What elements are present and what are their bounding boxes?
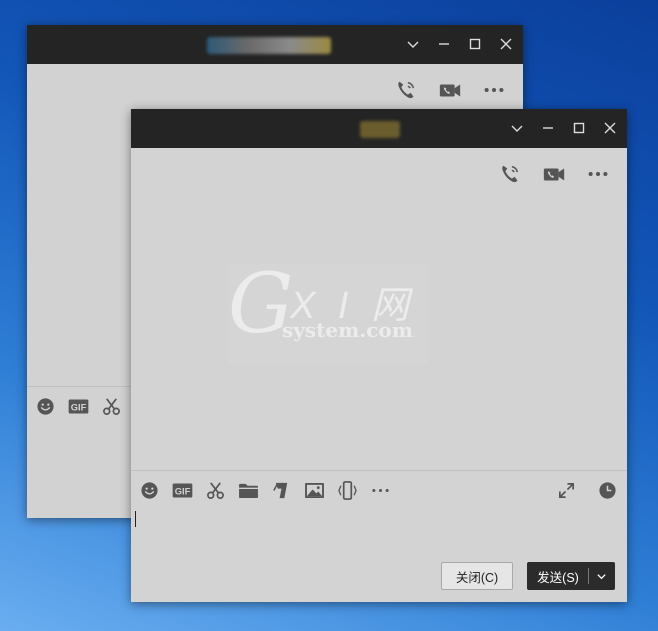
text-caret <box>135 511 136 527</box>
shake-window-icon[interactable] <box>270 479 293 501</box>
titlebar[interactable] <box>131 109 627 148</box>
close-icon[interactable] <box>494 33 518 55</box>
more-icon[interactable] <box>481 77 507 103</box>
svg-text:GIF: GIF <box>175 486 191 496</box>
more-icon[interactable] <box>585 161 611 187</box>
folder-icon[interactable] <box>237 479 260 501</box>
window-title-blurred <box>207 37 331 54</box>
chevron-down-icon[interactable] <box>401 33 425 55</box>
maximize-icon[interactable] <box>463 33 487 55</box>
phone-shake-icon[interactable] <box>336 479 359 501</box>
message-toolbar: GIF <box>131 470 627 509</box>
screenshot-scissors-icon[interactable] <box>100 395 123 417</box>
minimize-icon[interactable] <box>536 117 560 139</box>
window-title-blurred <box>360 121 400 138</box>
titlebar[interactable] <box>27 25 523 64</box>
expand-icon[interactable] <box>555 479 578 501</box>
video-call-icon[interactable] <box>541 161 567 187</box>
voice-call-icon[interactable] <box>393 77 419 103</box>
screenshot-scissors-icon[interactable] <box>204 479 227 501</box>
chat-window-front[interactable]: G X I 网 system.com GIF 关闭(C) 发送(S) <box>131 109 627 602</box>
minimize-icon[interactable] <box>432 33 456 55</box>
close-button[interactable]: 关闭(C) <box>441 562 513 590</box>
video-call-icon[interactable] <box>437 77 463 103</box>
chevron-down-icon[interactable] <box>505 117 529 139</box>
close-icon[interactable] <box>598 117 622 139</box>
call-actions <box>393 77 507 103</box>
send-button[interactable]: 发送(S) <box>527 562 615 590</box>
maximize-icon[interactable] <box>567 117 591 139</box>
more-icon[interactable] <box>369 479 392 501</box>
chevron-down-icon[interactable] <box>589 571 613 582</box>
svg-text:GIF: GIF <box>71 402 87 412</box>
send-button-label: 发送(S) <box>537 570 579 585</box>
history-clock-icon[interactable] <box>596 479 619 501</box>
image-icon[interactable] <box>303 479 326 501</box>
call-actions <box>497 161 611 187</box>
emoji-icon[interactable] <box>34 395 57 417</box>
watermark-domain: system.com <box>282 318 413 342</box>
voice-call-icon[interactable] <box>497 161 523 187</box>
emoji-icon[interactable] <box>138 479 161 501</box>
message-input[interactable] <box>131 509 627 554</box>
gif-icon[interactable]: GIF <box>67 395 90 417</box>
gif-icon[interactable]: GIF <box>171 479 194 501</box>
watermark-logo: G X I 网 system.com <box>228 264 428 364</box>
